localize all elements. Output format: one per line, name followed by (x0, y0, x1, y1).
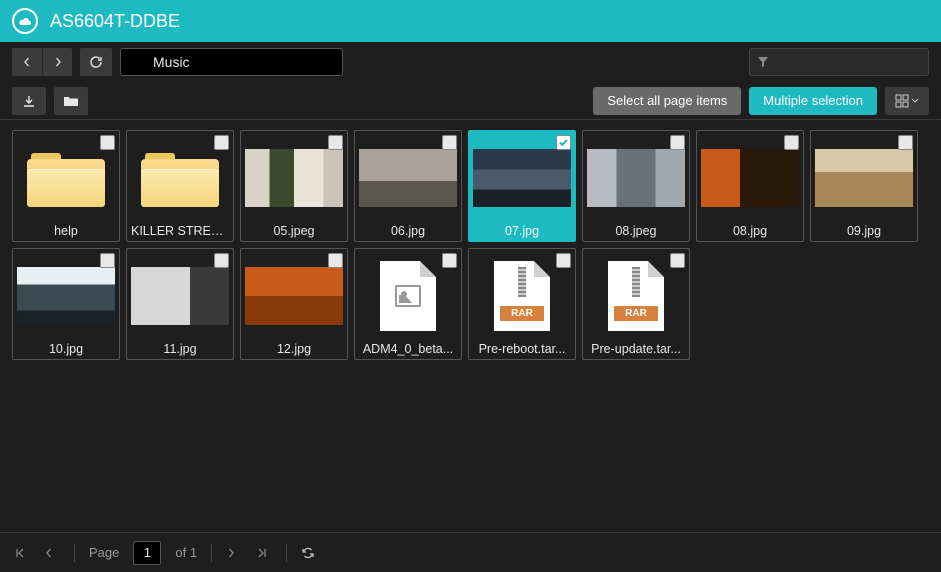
grid-item[interactable]: help (12, 130, 120, 242)
select-all-button[interactable]: Select all page items (593, 87, 741, 115)
image-thumbnail (815, 149, 913, 207)
chevron-right-icon (226, 548, 236, 558)
grid-item[interactable]: 08.jpg (696, 130, 804, 242)
item-label: 12.jpg (241, 339, 347, 359)
refresh-icon (89, 55, 103, 69)
item-label: 05.jpeg (241, 221, 347, 241)
toolbar-actions: Select all page items Multiple selection (0, 82, 941, 120)
item-checkbox[interactable] (100, 135, 115, 150)
image-thumbnail (245, 267, 343, 325)
image-thumbnail (473, 149, 571, 207)
folder-icon (27, 149, 105, 207)
folder-icon (63, 94, 79, 108)
view-mode-button[interactable] (885, 87, 929, 115)
forward-button[interactable] (42, 48, 72, 76)
image-thumbnail (587, 149, 685, 207)
image-thumbnail (359, 149, 457, 207)
item-checkbox[interactable] (100, 253, 115, 268)
image-thumbnail (245, 149, 343, 207)
item-label: 08.jpg (697, 221, 803, 241)
page-of: of 1 (175, 545, 197, 560)
page-label: Page (89, 545, 119, 560)
filter-input[interactable] (749, 48, 929, 76)
item-checkbox[interactable] (442, 253, 457, 268)
app-title: AS6604T-DDBE (50, 11, 180, 32)
chevron-down-icon (911, 98, 919, 104)
item-label: 09.jpg (811, 221, 917, 241)
item-checkbox[interactable] (556, 135, 571, 150)
last-page-icon (256, 547, 268, 559)
item-label: KILLER STREET... (127, 221, 233, 241)
item-checkbox[interactable] (556, 253, 571, 268)
document-icon (380, 261, 436, 331)
cloud-logo (12, 8, 38, 34)
multiple-selection-button[interactable]: Multiple selection (749, 87, 877, 115)
header-bar: AS6604T-DDBE (0, 0, 941, 42)
archive-icon: RAR (608, 261, 664, 331)
archive-icon: RAR (494, 261, 550, 331)
image-thumbnail (131, 267, 229, 325)
download-button[interactable] (12, 87, 46, 115)
refresh-button[interactable] (80, 48, 112, 76)
item-label: Pre-update.tar... (583, 339, 689, 359)
item-label: Pre-reboot.tar... (469, 339, 575, 359)
chevron-left-icon (44, 548, 54, 558)
next-page-button[interactable] (226, 548, 242, 558)
item-label: ADM4_0_beta... (355, 339, 461, 359)
grid-item[interactable]: 06.jpg (354, 130, 462, 242)
prev-page-button[interactable] (44, 548, 60, 558)
grid-item[interactable]: 12.jpg (240, 248, 348, 360)
grid-item[interactable]: ADM4_0_beta... (354, 248, 462, 360)
item-label: 11.jpg (127, 339, 233, 359)
file-grid: help KILLER STREET... 05.jpeg 06.jpg 07.jpg 0… (0, 120, 941, 370)
reload-icon (301, 546, 315, 560)
grid-item[interactable]: 11.jpg (126, 248, 234, 360)
back-button[interactable] (12, 48, 42, 76)
grid-item[interactable]: 09.jpg (810, 130, 918, 242)
grid-icon (895, 94, 909, 108)
first-page-button[interactable] (14, 547, 30, 559)
item-checkbox[interactable] (214, 253, 229, 268)
image-thumbnail (17, 267, 115, 325)
item-checkbox[interactable] (328, 135, 343, 150)
image-thumbnail (701, 149, 799, 207)
filter-icon (757, 56, 769, 68)
item-label: 07.jpg (469, 221, 575, 241)
item-checkbox[interactable] (442, 135, 457, 150)
chevron-right-icon (53, 57, 63, 67)
toolbar-nav (0, 42, 941, 82)
folder-button[interactable] (54, 87, 88, 115)
grid-item[interactable]: RAR Pre-reboot.tar... (468, 248, 576, 360)
folder-icon (141, 149, 219, 207)
grid-item[interactable]: 08.jpeg (582, 130, 690, 242)
check-icon (558, 137, 569, 148)
cloud-icon (18, 16, 32, 26)
item-checkbox[interactable] (214, 135, 229, 150)
item-checkbox[interactable] (328, 253, 343, 268)
chevron-left-icon (22, 57, 32, 67)
item-label: 10.jpg (13, 339, 119, 359)
reload-button[interactable] (301, 546, 317, 560)
download-icon (22, 94, 36, 108)
item-label: 08.jpeg (583, 221, 689, 241)
item-label: help (13, 221, 119, 241)
grid-item[interactable]: 07.jpg (468, 130, 576, 242)
item-checkbox[interactable] (784, 135, 799, 150)
pager-bar: Page of 1 (0, 532, 941, 572)
first-page-icon (14, 547, 26, 559)
last-page-button[interactable] (256, 547, 272, 559)
grid-item[interactable]: KILLER STREET... (126, 130, 234, 242)
item-checkbox[interactable] (670, 253, 685, 268)
item-checkbox[interactable] (670, 135, 685, 150)
item-label: 06.jpg (355, 221, 461, 241)
grid-item[interactable]: 10.jpg (12, 248, 120, 360)
grid-item[interactable]: RAR Pre-update.tar... (582, 248, 690, 360)
path-input[interactable] (120, 48, 343, 76)
grid-item[interactable]: 05.jpeg (240, 130, 348, 242)
item-checkbox[interactable] (898, 135, 913, 150)
page-input[interactable] (133, 541, 161, 565)
